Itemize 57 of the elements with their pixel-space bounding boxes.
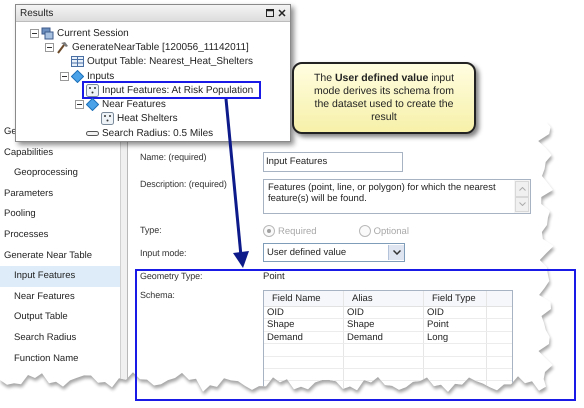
field-label: Geometry Type: (140, 271, 204, 281)
tree-item-label[interactable]: Output Table: Nearest_Heat_Shelters (87, 56, 254, 68)
sidebar-item[interactable]: Search Radius (0, 328, 120, 349)
restore-icon[interactable] (266, 9, 274, 17)
collapse-toggle-icon[interactable] (75, 100, 84, 110)
table-cell: Shape (264, 319, 344, 331)
field-label: Description: (required) (140, 179, 228, 189)
description-field[interactable]: Features (point, line, or polygon) for which the nearest feature(s) will be found. (263, 179, 531, 214)
table-cell: Point (424, 319, 487, 331)
collapse-toggle-icon[interactable] (30, 28, 39, 38)
input-mode-dropdown[interactable]: User defined value (263, 243, 405, 262)
sidebar-item[interactable]: Geoprocessing (0, 163, 120, 184)
sidebar-item[interactable]: Output Table (0, 307, 120, 328)
sidebar-item[interactable]: Input Features (0, 266, 120, 287)
sidebar-item[interactable]: Function Name (0, 348, 120, 370)
point-layer-icon (86, 84, 99, 97)
field-label: Type: (140, 225, 163, 235)
window-title: Results (20, 8, 54, 18)
tree-item-label[interactable]: Search Radius: 0.5 Miles (102, 128, 214, 139)
tree-item-label[interactable]: Heat Shelters (117, 113, 178, 124)
point-layer-icon (101, 112, 114, 126)
column-header[interactable]: Field Name (264, 291, 344, 306)
sidebar-item[interactable]: Parameters (0, 184, 120, 204)
name-field[interactable]: Input Features (263, 152, 403, 172)
sidebar-item[interactable]: Processes (0, 224, 120, 246)
sidebar-item[interactable]: Near Features (0, 286, 120, 308)
caret-icon (392, 250, 400, 255)
field-label: Schema: (140, 290, 176, 300)
collapse-toggle-icon[interactable] (45, 42, 54, 52)
callout-text: The User defined value input mode derives its schema from the dataset used to create the result (312, 72, 456, 124)
table-icon (71, 55, 84, 68)
table-cell: OID (344, 307, 424, 318)
diamond-icon (71, 70, 84, 83)
column-header[interactable]: Alias (344, 291, 424, 306)
tree-item-label[interactable]: Inputs (87, 70, 114, 82)
sidebar-item[interactable]: Generate Near Table (0, 246, 120, 266)
field-label: Input mode: (140, 248, 188, 258)
column-header[interactable]: Field Type (424, 291, 487, 306)
table-cell: OID (424, 307, 487, 318)
tree-item-label[interactable]: Near Features (102, 99, 166, 110)
table-cell: Long (424, 332, 487, 344)
hammer-icon (56, 40, 69, 54)
sidebar-item[interactable]: Pooling (0, 204, 120, 225)
diamond-icon (86, 98, 99, 112)
close-icon[interactable] (278, 9, 286, 17)
collapse-toggle-icon[interactable] (60, 72, 69, 81)
table-cell: Demand (344, 332, 424, 344)
table-cell: Shape (344, 319, 424, 331)
sidebar-item[interactable]: Capabilities (0, 142, 120, 164)
table-cell: OID (264, 307, 344, 318)
tree-item-label[interactable]: Input Features: At Risk Population (102, 84, 254, 96)
field-label: Name: (required) (140, 152, 208, 162)
stacked-windows-icon (41, 26, 54, 40)
tree-item-label[interactable]: Current Session (57, 28, 129, 39)
tree-item-label[interactable]: GenerateNearTable [120056_11142011] (72, 42, 249, 53)
table-cell: Demand (264, 332, 344, 344)
geometry-type-value: Point (263, 271, 285, 282)
